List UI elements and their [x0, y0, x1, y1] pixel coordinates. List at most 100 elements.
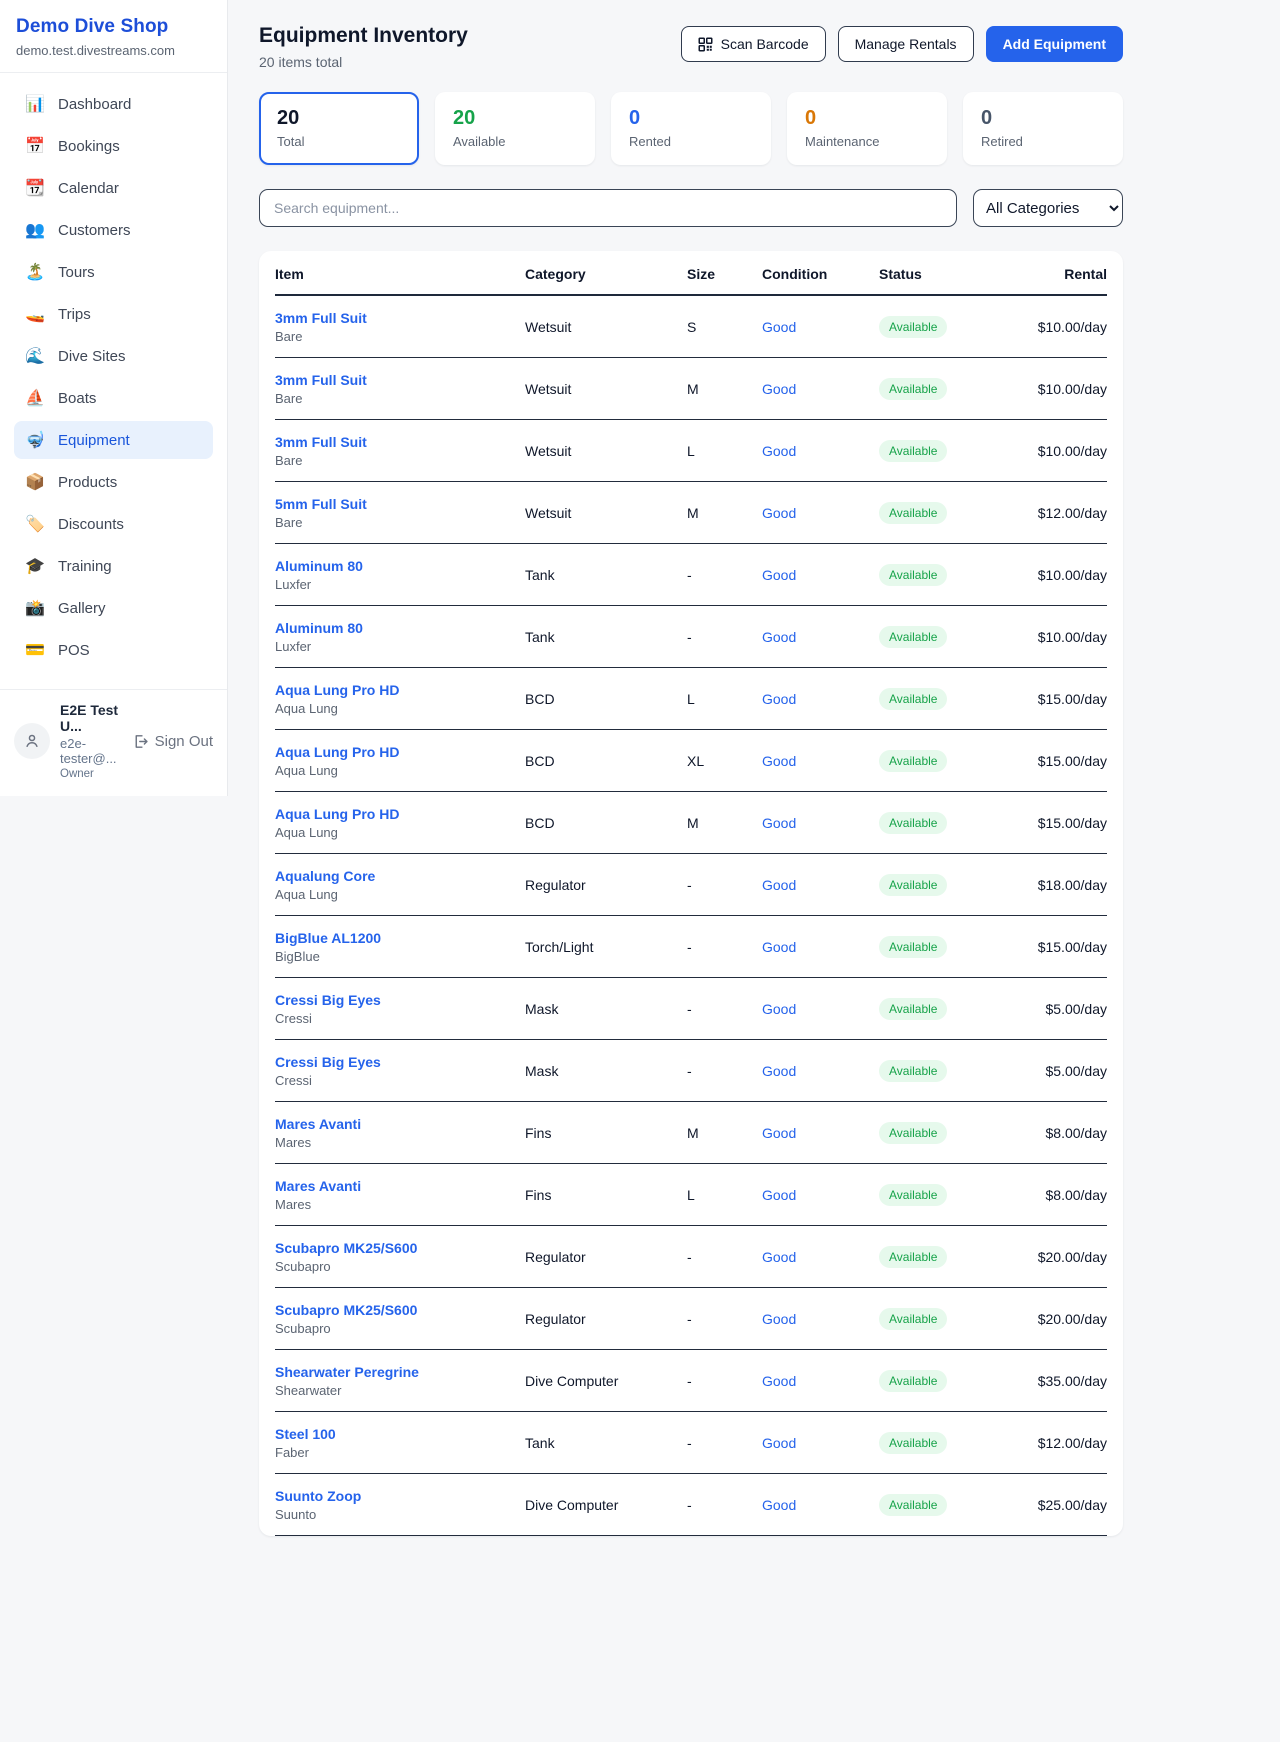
- status-badge: Available: [879, 750, 947, 772]
- table-row: Scubapro MK25/S600 Scubapro Regulator - …: [275, 1288, 1107, 1350]
- stat-card[interactable]: 0 Maintenance: [787, 92, 947, 165]
- item-name-link[interactable]: 5mm Full Suit: [275, 496, 525, 512]
- item-name-link[interactable]: Aqua Lung Pro HD: [275, 744, 525, 760]
- condition-link[interactable]: Good: [762, 505, 879, 521]
- scan-barcode-button[interactable]: Scan Barcode: [681, 26, 826, 62]
- nav-item-label: Boats: [58, 390, 96, 407]
- stat-card[interactable]: 20 Total: [259, 92, 419, 165]
- equipment-table: Item Category Size Condition Status Rent…: [259, 251, 1123, 1536]
- sidebar-item-training[interactable]: 🎓 Training: [14, 547, 213, 585]
- item-name-link[interactable]: Aluminum 80: [275, 620, 525, 636]
- condition-link[interactable]: Good: [762, 443, 879, 459]
- item-name-link[interactable]: Aqualung Core: [275, 868, 525, 884]
- item-name-link[interactable]: 3mm Full Suit: [275, 310, 525, 326]
- rental-cell: $18.00/day: [1009, 877, 1107, 893]
- condition-link[interactable]: Good: [762, 1187, 879, 1203]
- filters-row: All Categories: [259, 189, 1123, 227]
- stat-value: 0: [981, 107, 1105, 130]
- condition-link[interactable]: Good: [762, 1311, 879, 1327]
- item-name-link[interactable]: Aqua Lung Pro HD: [275, 806, 525, 822]
- sidebar-item-discounts[interactable]: 🏷️ Discounts: [14, 505, 213, 543]
- category-select[interactable]: All Categories: [973, 189, 1123, 227]
- sidebar-item-dashboard[interactable]: 📊 Dashboard: [14, 85, 213, 123]
- condition-link[interactable]: Good: [762, 691, 879, 707]
- status-cell: Available: [879, 688, 1009, 710]
- condition-link[interactable]: Good: [762, 1373, 879, 1389]
- item-name-link[interactable]: Shearwater Peregrine: [275, 1364, 525, 1380]
- sign-out-icon: [132, 733, 149, 750]
- condition-link[interactable]: Good: [762, 567, 879, 583]
- condition-link[interactable]: Good: [762, 939, 879, 955]
- sign-out-button[interactable]: Sign Out: [132, 733, 213, 750]
- item-cell: Aqualung Core Aqua Lung: [275, 868, 525, 902]
- sidebar-item-gallery[interactable]: 📸 Gallery: [14, 589, 213, 627]
- item-name-link[interactable]: Scubapro MK25/S600: [275, 1240, 525, 1256]
- item-name-link[interactable]: BigBlue AL1200: [275, 930, 525, 946]
- nav-item-icon: 📅: [25, 136, 45, 156]
- rental-cell: $10.00/day: [1009, 629, 1107, 645]
- condition-link[interactable]: Good: [762, 629, 879, 645]
- condition-link[interactable]: Good: [762, 381, 879, 397]
- sidebar-item-bookings[interactable]: 📅 Bookings: [14, 127, 213, 165]
- rental-cell: $8.00/day: [1009, 1187, 1107, 1203]
- item-name-link[interactable]: Cressi Big Eyes: [275, 992, 525, 1008]
- status-badge: Available: [879, 812, 947, 834]
- sidebar-item-calendar[interactable]: 📆 Calendar: [14, 169, 213, 207]
- stat-value: 0: [805, 107, 929, 130]
- sidebar-item-pos[interactable]: 💳 POS: [14, 631, 213, 669]
- sidebar-item-trips[interactable]: 🚤 Trips: [14, 295, 213, 333]
- status-cell: Available: [879, 316, 1009, 338]
- table-row: Shearwater Peregrine Shearwater Dive Com…: [275, 1350, 1107, 1412]
- add-equipment-button[interactable]: Add Equipment: [986, 26, 1123, 62]
- item-name-link[interactable]: Aqua Lung Pro HD: [275, 682, 525, 698]
- sidebar-item-boats[interactable]: ⛵ Boats: [14, 379, 213, 417]
- rental-cell: $10.00/day: [1009, 319, 1107, 335]
- stat-card[interactable]: 20 Available: [435, 92, 595, 165]
- status-cell: Available: [879, 502, 1009, 524]
- item-name-link[interactable]: 3mm Full Suit: [275, 372, 525, 388]
- item-name-link[interactable]: Suunto Zoop: [275, 1488, 525, 1504]
- status-cell: Available: [879, 812, 1009, 834]
- condition-link[interactable]: Good: [762, 1497, 879, 1513]
- rental-cell: $12.00/day: [1009, 1435, 1107, 1451]
- condition-link[interactable]: Good: [762, 753, 879, 769]
- size-cell: L: [687, 1187, 762, 1203]
- condition-link[interactable]: Good: [762, 319, 879, 335]
- stat-card[interactable]: 0 Rented: [611, 92, 771, 165]
- nav-item-icon: 📸: [25, 598, 45, 618]
- item-name-link[interactable]: Scubapro MK25/S600: [275, 1302, 525, 1318]
- item-name-link[interactable]: Steel 100: [275, 1426, 525, 1442]
- condition-link[interactable]: Good: [762, 815, 879, 831]
- condition-link[interactable]: Good: [762, 877, 879, 893]
- condition-link[interactable]: Good: [762, 1125, 879, 1141]
- sidebar-item-customers[interactable]: 👥 Customers: [14, 211, 213, 249]
- item-name-link[interactable]: Mares Avanti: [275, 1116, 525, 1132]
- sidebar: Demo Dive Shop demo.test.divestreams.com…: [0, 0, 228, 796]
- size-cell: -: [687, 567, 762, 583]
- condition-link[interactable]: Good: [762, 1435, 879, 1451]
- manage-rentals-button[interactable]: Manage Rentals: [838, 26, 974, 62]
- barcode-icon: [698, 37, 713, 52]
- column-header-rental: Rental: [1009, 266, 1107, 282]
- nav-item-label: Trips: [58, 306, 91, 323]
- item-name-link[interactable]: Mares Avanti: [275, 1178, 525, 1194]
- condition-link[interactable]: Good: [762, 1249, 879, 1265]
- nav-item-label: Tours: [58, 264, 95, 281]
- item-name-link[interactable]: Cressi Big Eyes: [275, 1054, 525, 1070]
- search-input[interactable]: [259, 189, 957, 227]
- sidebar-item-products[interactable]: 📦 Products: [14, 463, 213, 501]
- condition-link[interactable]: Good: [762, 1001, 879, 1017]
- category-cell: BCD: [525, 753, 687, 769]
- brand-name[interactable]: Demo Dive Shop: [16, 16, 211, 38]
- stat-card[interactable]: 0 Retired: [963, 92, 1123, 165]
- sidebar-item-dive-sites[interactable]: 🌊 Dive Sites: [14, 337, 213, 375]
- condition-link[interactable]: Good: [762, 1063, 879, 1079]
- sidebar-item-tours[interactable]: 🏝️ Tours: [14, 253, 213, 291]
- sidebar-item-equipment[interactable]: 🤿 Equipment: [14, 421, 213, 459]
- stat-label: Total: [277, 134, 401, 149]
- item-cell: Mares Avanti Mares: [275, 1178, 525, 1212]
- nav-item-label: Gallery: [58, 600, 106, 617]
- item-name-link[interactable]: Aluminum 80: [275, 558, 525, 574]
- item-name-link[interactable]: 3mm Full Suit: [275, 434, 525, 450]
- size-cell: L: [687, 443, 762, 459]
